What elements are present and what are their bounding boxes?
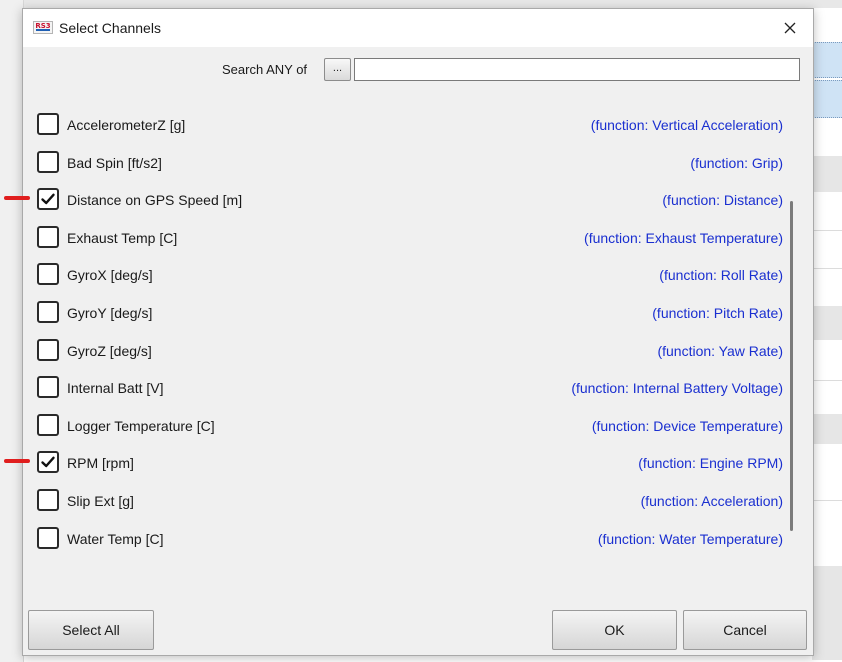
- channel-checkbox[interactable]: [37, 225, 59, 248]
- channel-checkbox[interactable]: [37, 413, 59, 436]
- channel-function: (function: Vertical Acceleration): [590, 117, 783, 133]
- channel-function: (function: Distance): [662, 192, 783, 209]
- channel-function: (function: Yaw Rate): [657, 342, 783, 359]
- channel-row[interactable]: Water Temp [C] (function: Water Temperatu…: [23, 523, 793, 553]
- channel-name: Distance on GPS Speed [m]: [67, 192, 243, 209]
- channel-row[interactable]: Exhaust Temp [C] (function: Exhaust Tempe…: [23, 222, 793, 252]
- channel-checkbox[interactable]: [37, 451, 59, 474]
- channel-row[interactable]: RPM [rpm] (function: Engine RPM): [23, 447, 793, 477]
- channel-name: AccelerometerZ [g]: [67, 117, 186, 133]
- background-toolbar: [0, 0, 842, 8]
- background-row: [812, 566, 842, 660]
- channel-checkbox[interactable]: [37, 489, 59, 511]
- dialog-titlebar: RS3 Select Channels: [23, 9, 813, 47]
- channel-name: GyroZ [deg/s]: [67, 342, 152, 359]
- search-options-button[interactable]: ...: [324, 58, 351, 81]
- background-selected-row: [812, 42, 842, 78]
- channel-function: (function: Roll Rate): [659, 267, 783, 284]
- select-channels-dialog: RS3 Select Channels Search ANY of ... Ac…: [22, 8, 814, 656]
- channel-function: (function: Pitch Rate): [652, 305, 783, 321]
- channel-list: AccelerometerZ [g] (function: Vertical Ac…: [23, 95, 813, 565]
- channel-name: Internal Batt [V]: [67, 380, 164, 397]
- channel-checkbox[interactable]: [37, 113, 59, 135]
- channel-name: Water Temp [C]: [67, 530, 164, 547]
- background-divider: [812, 268, 842, 269]
- ok-button[interactable]: OK: [552, 610, 677, 650]
- background-row: [812, 306, 842, 340]
- select-all-button[interactable]: Select All: [28, 610, 154, 650]
- channel-name: Logger Temperature [C]: [67, 417, 215, 434]
- red-annotation-mark: [4, 196, 30, 201]
- channel-row[interactable]: Logger Temperature [C] (function: Device …: [23, 410, 793, 440]
- search-input[interactable]: [354, 58, 800, 81]
- dialog-title: Select Channels: [59, 20, 161, 36]
- channel-name: Slip Ext [g]: [67, 493, 134, 509]
- search-label: Search ANY of: [222, 62, 308, 77]
- channel-function: (function: Exhaust Temperature): [584, 229, 783, 246]
- app-logo-bar: [36, 29, 50, 31]
- app-logo-icon: RS3: [33, 21, 53, 34]
- channel-name: GyroY [deg/s]: [67, 305, 153, 321]
- background-divider: [812, 380, 842, 381]
- channel-row[interactable]: GyroY [deg/s] (function: Pitch Rate): [23, 297, 793, 327]
- channel-checkbox[interactable]: [37, 338, 59, 361]
- background-row: [812, 156, 842, 192]
- channel-function: (function: Device Temperature): [591, 417, 783, 434]
- channel-function: (function: Grip): [690, 154, 783, 171]
- checkmark-icon: [41, 456, 55, 468]
- channel-name: Exhaust Temp [C]: [67, 229, 178, 246]
- channel-name: Bad Spin [ft/s2]: [67, 154, 162, 171]
- background-divider: [812, 230, 842, 231]
- channel-row[interactable]: Distance on GPS Speed [m] (function: Dist…: [23, 184, 793, 214]
- background-left-panel: [0, 0, 24, 662]
- close-button[interactable]: [767, 9, 813, 47]
- channel-row[interactable]: Bad Spin [ft/s2] (function: Grip): [23, 147, 793, 177]
- channel-checkbox[interactable]: [37, 150, 59, 173]
- channel-name: RPM [rpm]: [67, 455, 134, 472]
- channel-checkbox[interactable]: [37, 263, 59, 286]
- channel-row[interactable]: Slip Ext [g] (function: Acceleration): [23, 485, 793, 515]
- channel-checkbox[interactable]: [37, 526, 59, 549]
- channel-row[interactable]: Internal Batt [V] (function: Internal Bat…: [23, 372, 793, 402]
- background-selected-row: [812, 80, 842, 118]
- channel-function: (function: Internal Battery Voltage): [571, 380, 783, 397]
- channel-function: (function: Water Temperature): [597, 530, 783, 547]
- checkmark-icon: [41, 193, 55, 205]
- channel-row[interactable]: GyroZ [deg/s] (function: Yaw Rate): [23, 335, 793, 365]
- channel-checkbox[interactable]: [37, 188, 59, 211]
- channel-row[interactable]: GyroX [deg/s] (function: Roll Rate): [23, 259, 793, 289]
- red-annotation-mark: [4, 459, 30, 464]
- channel-checkbox[interactable]: [37, 376, 59, 399]
- close-icon: [784, 22, 796, 34]
- channel-checkbox[interactable]: [37, 301, 59, 323]
- channel-function: (function: Acceleration): [640, 493, 783, 509]
- channel-function: (function: Engine RPM): [638, 455, 783, 472]
- background-divider: [812, 500, 842, 501]
- channel-name: GyroX [deg/s]: [67, 267, 153, 284]
- scrollbar-thumb[interactable]: [790, 201, 793, 531]
- cancel-button[interactable]: Cancel: [683, 610, 807, 650]
- background-row: [812, 414, 842, 444]
- channel-row[interactable]: AccelerometerZ [g] (function: Vertical Ac…: [23, 109, 793, 139]
